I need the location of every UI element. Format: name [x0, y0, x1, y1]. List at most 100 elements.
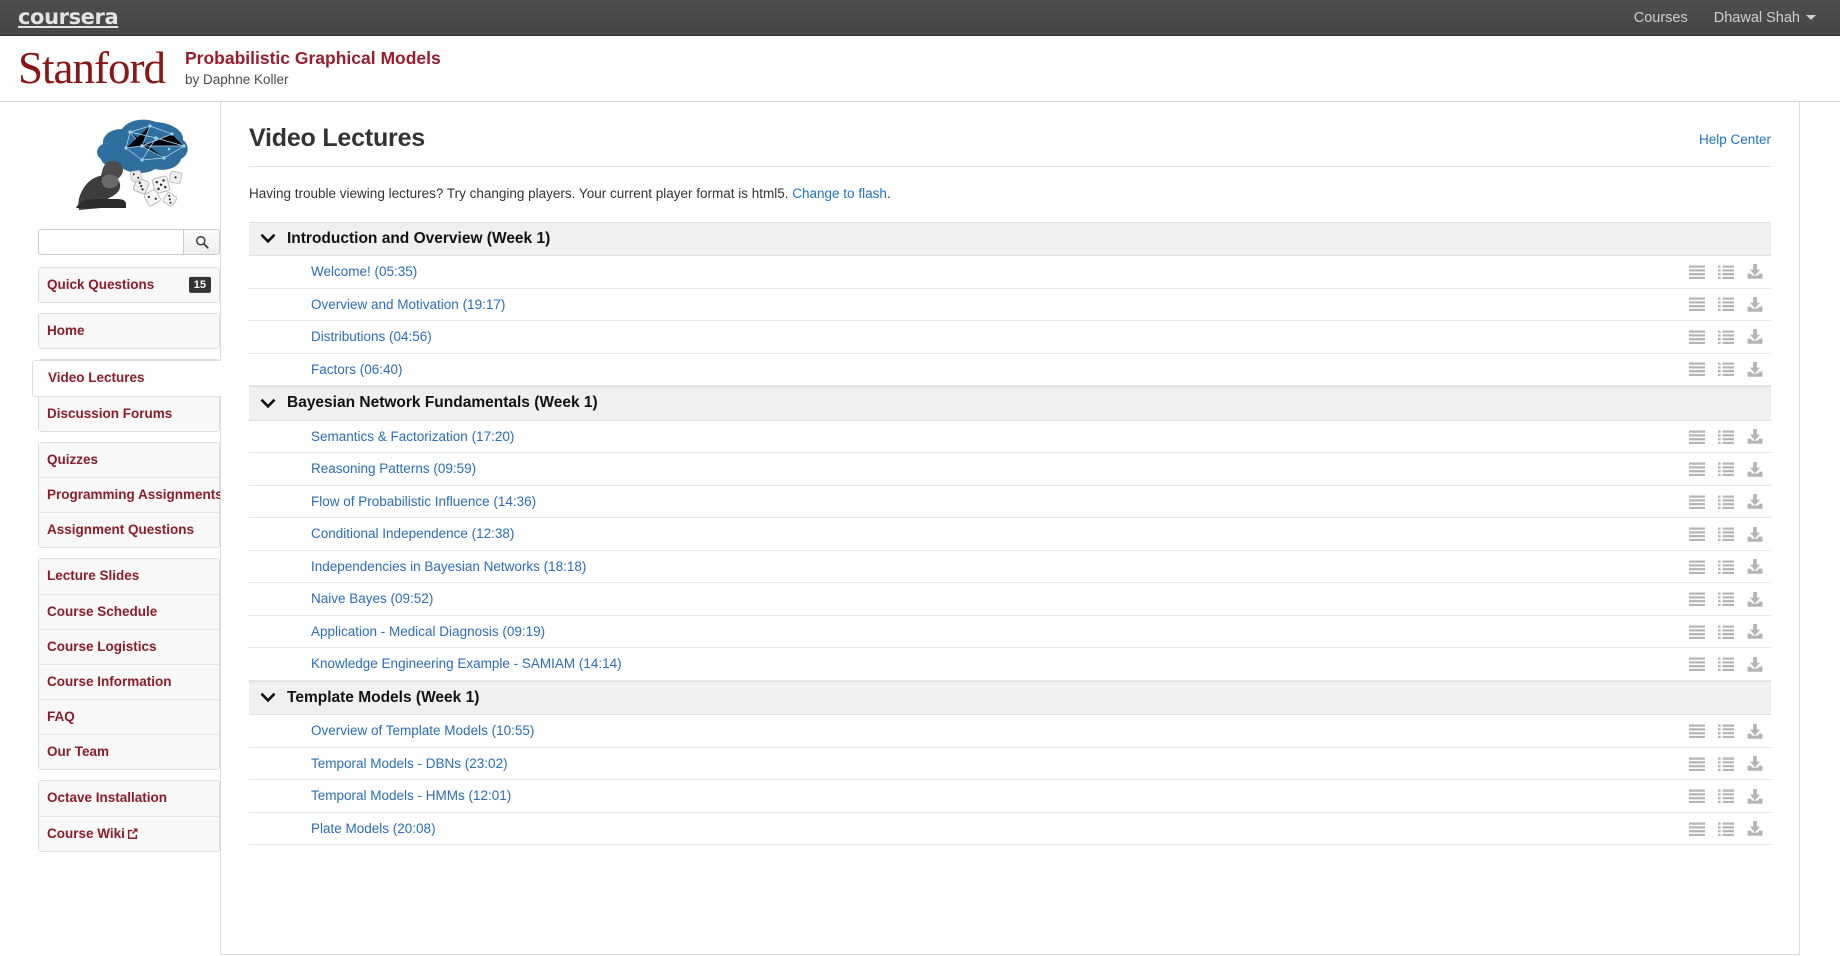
sidebar-item-video-lectures[interactable]: Video Lectures — [32, 360, 221, 396]
download-action[interactable] — [1747, 494, 1763, 509]
sidebar-item-assignment-questions[interactable]: Assignment Questions — [39, 513, 219, 547]
lecture-notes-action[interactable] — [1718, 560, 1734, 574]
subtitles-action[interactable] — [1689, 265, 1705, 279]
subtitles-action[interactable] — [1689, 362, 1705, 376]
download-action[interactable] — [1747, 559, 1763, 574]
section-toggle-icon[interactable] — [259, 689, 277, 707]
subtitles-action[interactable] — [1689, 527, 1705, 541]
lecture-notes-action[interactable] — [1718, 430, 1734, 444]
download-action[interactable] — [1747, 756, 1763, 771]
lecture-section-header[interactable]: Introduction and Overview (Week 1) — [249, 222, 1771, 257]
lecture-link[interactable]: Temporal Models - HMMs (12:01) — [311, 787, 1689, 805]
lecture-link[interactable]: Overview and Motivation (19:17) — [311, 296, 1689, 314]
lecture-link[interactable]: Application - Medical Diagnosis (09:19) — [311, 623, 1689, 641]
lecture-link[interactable]: Distributions (04:56) — [311, 328, 1689, 346]
lecture-notes-action[interactable] — [1718, 822, 1734, 836]
lecture-notes-action[interactable] — [1718, 592, 1734, 606]
lecture-notes-action[interactable] — [1718, 330, 1734, 344]
download-action[interactable] — [1747, 592, 1763, 607]
change-to-flash-link[interactable]: Change to flash — [792, 186, 887, 201]
lecture-link[interactable]: Temporal Models - DBNs (23:02) — [311, 755, 1689, 773]
subtitles-action[interactable] — [1689, 495, 1705, 509]
lecture-notes-action[interactable] — [1718, 789, 1734, 803]
lecture-link[interactable]: Factors (06:40) — [311, 361, 1689, 379]
lecture-link[interactable]: Semantics & Factorization (17:20) — [311, 428, 1689, 446]
section-toggle-icon[interactable] — [259, 395, 277, 413]
subtitles-action[interactable] — [1689, 789, 1705, 803]
download-action[interactable] — [1747, 264, 1763, 279]
coursera-logo[interactable]: coursera — [18, 7, 118, 28]
lecture-link[interactable]: Independencies in Bayesian Networks (18:… — [311, 558, 1689, 576]
sidebar-item-faq[interactable]: FAQ — [39, 700, 219, 735]
subtitles-action[interactable] — [1689, 657, 1705, 671]
lecture-link[interactable]: Flow of Probabilistic Influence (14:36) — [311, 493, 1689, 511]
sidebar-item-home[interactable]: Home — [39, 314, 219, 348]
lecture-link[interactable]: Overview of Template Models (10:55) — [311, 722, 1689, 740]
sidebar-item-our-team[interactable]: Our Team — [39, 735, 219, 769]
download-action[interactable] — [1747, 462, 1763, 477]
subtitles-action[interactable] — [1689, 724, 1705, 738]
search-button[interactable] — [183, 229, 220, 255]
lecture-actions — [1689, 362, 1771, 377]
lecture-notes-action[interactable] — [1718, 297, 1734, 311]
download-action[interactable] — [1747, 362, 1763, 377]
sidebar-item-lecture-slides[interactable]: Lecture Slides — [39, 559, 219, 594]
lecture-link[interactable]: Conditional Independence (12:38) — [311, 525, 1689, 543]
subtitles-action[interactable] — [1689, 625, 1705, 639]
download-action[interactable] — [1747, 297, 1763, 312]
sidebar-item-octave-installation[interactable]: Octave Installation — [39, 781, 219, 816]
download-action[interactable] — [1747, 821, 1763, 836]
sidebar-item-programming-assignments[interactable]: Programming Assignments — [39, 478, 219, 513]
subtitles-action[interactable] — [1689, 430, 1705, 444]
lecture-link[interactable]: Naive Bayes (09:52) — [311, 590, 1689, 608]
lecture-notes-action[interactable] — [1718, 527, 1734, 541]
subtitles-action[interactable] — [1689, 822, 1705, 836]
subtitles-action[interactable] — [1689, 757, 1705, 771]
download-action[interactable] — [1747, 429, 1763, 444]
lecture-section-header[interactable]: Template Models (Week 1) — [249, 681, 1771, 716]
lecture-notes-action[interactable] — [1718, 495, 1734, 509]
lecture-link[interactable]: Knowledge Engineering Example - SAMIAM (… — [311, 655, 1689, 673]
download-icon — [1747, 362, 1763, 377]
subtitles-action[interactable] — [1689, 462, 1705, 476]
search-input[interactable] — [38, 229, 183, 255]
lecture-notes-action[interactable] — [1718, 265, 1734, 279]
lecture-row: Reasoning Patterns (09:59) — [249, 453, 1771, 486]
download-action[interactable] — [1747, 657, 1763, 672]
download-action[interactable] — [1747, 329, 1763, 344]
lecture-notes-action[interactable] — [1718, 462, 1734, 476]
download-icon — [1747, 756, 1763, 771]
courses-link[interactable]: Courses — [1634, 10, 1688, 26]
lecture-link[interactable]: Plate Models (20:08) — [311, 820, 1689, 838]
sidebar-item-quick-questions[interactable]: Quick Questions15 — [39, 268, 219, 302]
lecture-notes-action[interactable] — [1718, 724, 1734, 738]
lecture-notes-action[interactable] — [1718, 625, 1734, 639]
download-action[interactable] — [1747, 724, 1763, 739]
lecture-link[interactable]: Welcome! (05:35) — [311, 263, 1689, 281]
lecture-row: Semantics & Factorization (17:20) — [249, 421, 1771, 454]
lecture-section-header[interactable]: Bayesian Network Fundamentals (Week 1) — [249, 386, 1771, 421]
sidebar-item-course-logistics[interactable]: Course Logistics — [39, 630, 219, 665]
subtitles-action[interactable] — [1689, 297, 1705, 311]
sidebar-item-discussion-forums[interactable]: Discussion Forums — [39, 397, 219, 431]
sidebar-item-quizzes[interactable]: Quizzes — [39, 443, 219, 478]
lecture-notes-action[interactable] — [1718, 362, 1734, 376]
section-toggle-icon[interactable] — [259, 230, 277, 248]
subtitles-action[interactable] — [1689, 560, 1705, 574]
lecture-notes-action[interactable] — [1718, 757, 1734, 771]
lecture-notes-action[interactable] — [1718, 657, 1734, 671]
subtitles-action[interactable] — [1689, 592, 1705, 606]
download-action[interactable] — [1747, 789, 1763, 804]
download-action[interactable] — [1747, 624, 1763, 639]
subtitles-action[interactable] — [1689, 330, 1705, 344]
help-center-link[interactable]: Help Center — [1699, 132, 1771, 147]
sidebar-item-course-wiki[interactable]: Course Wiki — [39, 817, 219, 851]
user-menu[interactable]: Dhawal Shah — [1714, 10, 1816, 26]
content-scroll-strip[interactable] — [1782, 102, 1799, 954]
sidebar-item-course-schedule[interactable]: Course Schedule — [39, 595, 219, 630]
sidebar-item-course-information[interactable]: Course Information — [39, 665, 219, 700]
lecture-notes-icon — [1718, 265, 1734, 279]
lecture-row: Overview and Motivation (19:17) — [249, 289, 1771, 322]
lecture-link[interactable]: Reasoning Patterns (09:59) — [311, 460, 1689, 478]
download-action[interactable] — [1747, 527, 1763, 542]
